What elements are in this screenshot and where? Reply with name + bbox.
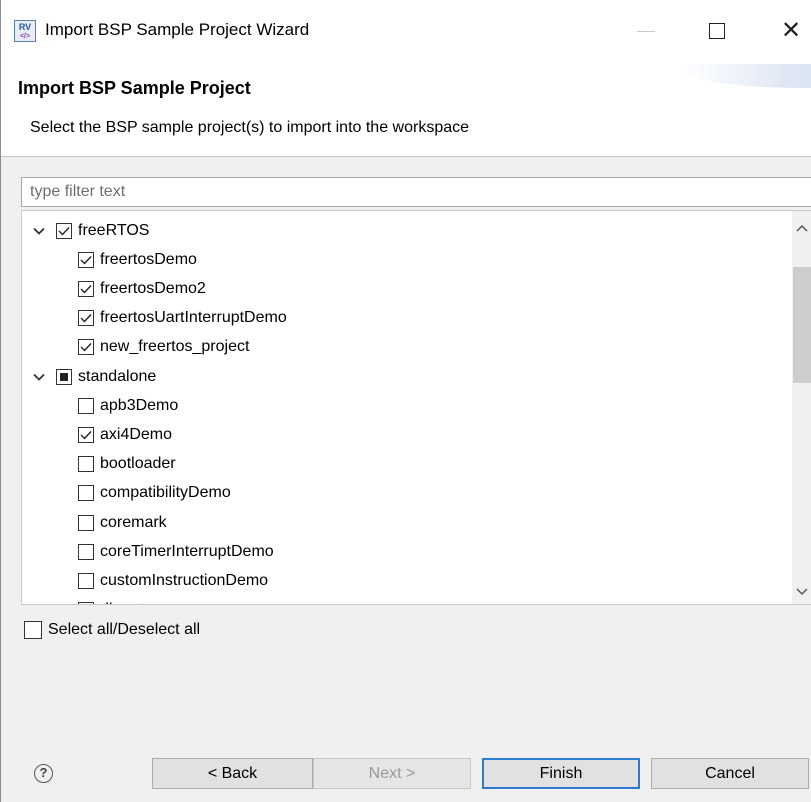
tree-item[interactable]: freertosDemo: [78, 245, 197, 274]
scroll-up-icon[interactable]: [796, 219, 808, 237]
page-description: Select the BSP sample project(s) to impo…: [30, 119, 470, 136]
item-checkbox[interactable]: [78, 543, 94, 560]
tree-item[interactable]: coremark: [78, 508, 167, 537]
item-checkbox[interactable]: [78, 572, 94, 589]
window-title: Import BSP Sample Project Wizard: [45, 20, 310, 39]
item-checkbox[interactable]: [78, 280, 94, 297]
item-checkbox[interactable]: [78, 485, 94, 502]
title-bar: RV </> Import BSP Sample Project Wizard …: [1, 0, 811, 64]
tree-group[interactable]: standalone: [32, 362, 156, 391]
tree-item-label: freertosDemo: [100, 250, 197, 268]
tree-group[interactable]: freeRTOS: [32, 216, 149, 245]
close-button[interactable]: ✕: [781, 16, 801, 45]
group-checkbox[interactable]: [56, 222, 72, 239]
cancel-button[interactable]: Cancel: [651, 758, 809, 789]
next-button[interactable]: Next >: [313, 758, 471, 789]
tree-item-label: bootloader: [100, 455, 176, 473]
tree-item-label: dhrystone: [100, 601, 170, 604]
maximize-button[interactable]: [709, 23, 725, 39]
wizard-window: RV </> Import BSP Sample Project Wizard …: [0, 0, 811, 802]
app-icon: RV </>: [14, 20, 36, 42]
banner-graphic: [681, 64, 811, 88]
back-button[interactable]: < Back: [152, 758, 313, 789]
minimize-icon[interactable]: [637, 31, 655, 32]
finish-button[interactable]: Finish: [482, 758, 640, 789]
tree-item-label: coremark: [100, 513, 167, 531]
tree-item-label: new_freertos_project: [100, 338, 250, 356]
chevron-down-icon[interactable]: [32, 370, 46, 384]
tree-item[interactable]: freertosDemo2: [78, 274, 206, 303]
tree-group-label: standalone: [78, 367, 157, 385]
filter-input[interactable]: [21, 177, 811, 207]
item-checkbox[interactable]: [78, 514, 94, 531]
scroll-thumb[interactable]: [793, 267, 811, 383]
item-checkbox[interactable]: [78, 456, 94, 473]
tree-item-label: apb3Demo: [100, 396, 179, 414]
tree-item[interactable]: compatibilityDemo: [78, 479, 231, 508]
item-checkbox[interactable]: [78, 251, 94, 268]
select-all-checkbox[interactable]: [24, 621, 42, 639]
tree-item-label: compatibilityDemo: [100, 484, 231, 502]
item-checkbox[interactable]: [78, 339, 94, 356]
tree-item-label: freertosDemo2: [100, 279, 206, 297]
tree-item-label: customInstructionDemo: [100, 571, 269, 589]
app-icon-text: RV: [18, 22, 32, 32]
select-all-toggle[interactable]: Select all/Deselect all: [24, 621, 200, 639]
tree-item[interactable]: freertosUartInterruptDemo: [78, 304, 287, 333]
project-tree[interactable]: freeRTOS freertosDemo freertosDemo2 freerto…: [21, 210, 811, 605]
tree-item-label: freertosUartInterruptDemo: [100, 309, 287, 327]
tree-item[interactable]: customInstructionDemo: [78, 566, 268, 595]
tree-item[interactable]: new_freertos_project: [78, 333, 249, 362]
item-checkbox[interactable]: [78, 310, 94, 327]
tree-item[interactable]: axi4Demo: [78, 420, 172, 449]
item-checkbox[interactable]: [78, 426, 94, 443]
item-checkbox[interactable]: [78, 602, 94, 604]
help-icon[interactable]: ?: [34, 764, 53, 783]
group-checkbox[interactable]: [56, 368, 72, 385]
tree-item[interactable]: apb3Demo: [78, 391, 178, 420]
tree-item[interactable]: bootloader: [78, 450, 176, 479]
item-checkbox[interactable]: [78, 397, 94, 414]
chevron-down-icon[interactable]: [32, 224, 46, 238]
tree-group-label: freeRTOS: [78, 221, 150, 239]
select-all-label: Select all/Deselect all: [48, 621, 201, 638]
wizard-header: Import BSP Sample Project Select the BSP…: [1, 64, 811, 157]
page-title: Import BSP Sample Project: [18, 78, 251, 98]
tree-scrollbar[interactable]: [792, 211, 811, 604]
tree-item-label: coreTimerInterruptDemo: [100, 542, 274, 560]
scroll-down-icon[interactable]: [796, 583, 808, 601]
tree-item[interactable]: dhrystone: [78, 596, 170, 604]
tree-item[interactable]: coreTimerInterruptDemo: [78, 537, 274, 566]
tree-item-label: axi4Demo: [100, 425, 173, 443]
